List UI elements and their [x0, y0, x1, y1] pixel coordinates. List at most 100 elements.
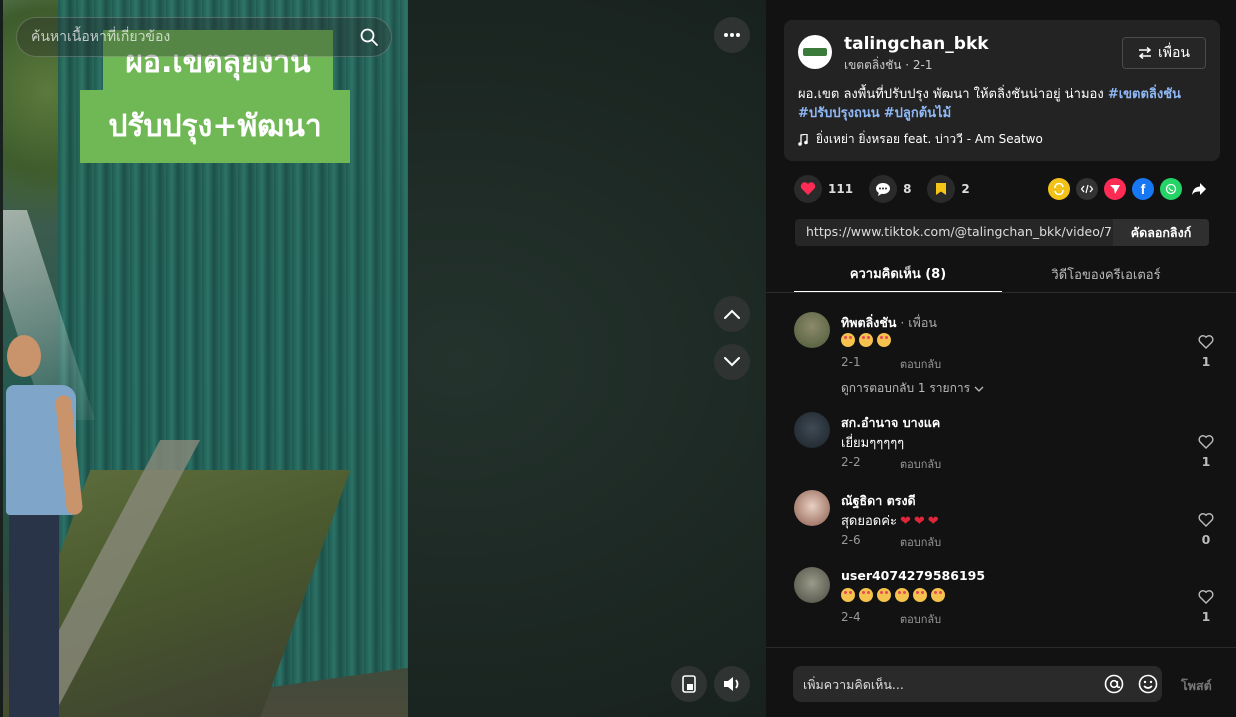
more-options-button[interactable] — [714, 17, 750, 53]
previous-video-button[interactable] — [714, 296, 750, 332]
heart-eyes-emoji-icon — [841, 587, 855, 602]
chevron-down-icon — [974, 386, 984, 392]
author-avatar[interactable] — [798, 35, 832, 69]
comment-like-count: 1 — [1201, 354, 1211, 369]
save-button[interactable]: 2 — [927, 175, 970, 203]
reply-button[interactable]: ตอบกลับ — [900, 355, 941, 373]
music-title: ยิ่งเหย่า ยิ่งหรอย feat. บ่าววี - Am Sea… — [816, 132, 1043, 146]
tab-comments[interactable]: ความคิดเห็น (8) — [794, 256, 1002, 292]
picture-in-picture-button[interactable] — [671, 666, 707, 702]
chevron-down-icon — [724, 357, 740, 367]
comment-text: เยี่ยมๆๆๆๆๆ — [841, 436, 905, 451]
heart-outline-icon[interactable] — [1198, 434, 1214, 450]
post-comment-button[interactable]: โพสต์ — [1181, 676, 1212, 696]
heart-icon — [800, 182, 816, 195]
reply-button[interactable]: ตอบกลับ — [900, 610, 941, 628]
post-caption: ผอ.เขต ลงพื้นที่ปรับปรุง พัฒนา ให้ตลิ่งช… — [798, 85, 1208, 123]
hashtag-link[interactable]: #เขตตลิ่งชัน — [1108, 87, 1181, 102]
comment-list[interactable]: ทิพตลิ่งชัน · เพื่อน 2-1 ตอบกลับ 1 ดูการ… — [766, 300, 1236, 645]
search-box[interactable] — [16, 17, 392, 57]
sign-line-2: ปรับปรุง+พัฒนา — [80, 90, 350, 163]
comment-text: สุดยอดค่ะ ❤ ❤ ❤ — [841, 510, 939, 531]
heart-outline-icon[interactable] — [1198, 589, 1214, 605]
comment-input-box[interactable] — [793, 666, 1162, 702]
reply-button[interactable]: ตอบกลับ — [900, 455, 941, 473]
avatar[interactable] — [794, 312, 830, 348]
action-bar: 111 8 2 — [794, 175, 986, 203]
person-legs-image — [9, 515, 59, 717]
comment-date: 2-1 — [841, 355, 861, 369]
heart-eyes-emoji-icon — [877, 587, 891, 602]
share-arrow-icon[interactable] — [1188, 178, 1210, 200]
avatar[interactable] — [794, 412, 830, 448]
tabs: ความคิดเห็น (8) วิดีโอของครีเอเตอร์ — [766, 256, 1236, 293]
comment-icon — [876, 182, 891, 196]
hashtag-link[interactable]: #ปรับปรุงถนน — [798, 106, 880, 121]
friend-button-label: เพื่อน — [1158, 45, 1190, 61]
comment-input-bar: โพสต์ — [766, 647, 1236, 717]
heart-eyes-emoji-icon — [877, 332, 891, 347]
author-username[interactable]: talingchan_bkk — [844, 34, 989, 54]
heart-eyes-emoji-icon — [841, 332, 855, 347]
video-url[interactable]: https://www.tiktok.com/@talingchan_bkk/v… — [806, 224, 1111, 239]
comment-author[interactable]: สก.อำนาจ บางแค — [841, 413, 940, 433]
view-replies-button[interactable]: ดูการตอบกลับ 1 รายการ — [841, 379, 984, 398]
whatsapp-icon[interactable] — [1160, 178, 1182, 200]
save-circle — [927, 175, 956, 203]
heart-outline-icon[interactable] — [1198, 334, 1214, 350]
friend-tag: · เพื่อน — [896, 315, 937, 330]
search-icon[interactable] — [359, 27, 379, 47]
hashtag-link[interactable]: #ปลูกต้นไม้ — [884, 106, 951, 121]
video-link-box: https://www.tiktok.com/@talingchan_bkk/v… — [795, 219, 1209, 246]
music-note-icon — [798, 133, 808, 146]
embed-icon[interactable] — [1076, 178, 1098, 200]
chevron-up-icon — [724, 309, 740, 319]
red-heart-emoji-icon: ❤ — [913, 514, 925, 529]
next-video-button[interactable] — [714, 344, 750, 380]
heart-outline-icon[interactable] — [1198, 512, 1214, 528]
send-icon[interactable] — [1104, 178, 1126, 200]
volume-button[interactable] — [714, 666, 750, 702]
like-button[interactable]: 111 — [794, 175, 853, 203]
video-player[interactable]: ผอ.เขตลุยงาน ปรับปรุง+พัฒนา — [0, 0, 766, 717]
comment-text-content: สุดยอดค่ะ — [841, 514, 897, 529]
volume-icon — [724, 677, 739, 691]
tab-creator-videos[interactable]: วิดีโอของครีเอเตอร์ — [1002, 256, 1210, 292]
red-heart-emoji-icon: ❤ — [927, 514, 939, 529]
copy-link-button[interactable]: คัดลอกลิงก์ — [1113, 219, 1209, 246]
author-subtitle: เขตตลิ่งชัน · 2-1 — [844, 58, 933, 72]
comment-input[interactable] — [803, 666, 1093, 702]
author-logo — [803, 48, 827, 56]
bookmark-icon — [936, 183, 947, 195]
like-count: 111 — [828, 182, 854, 196]
person-head-image — [7, 335, 41, 377]
comment-author[interactable]: ทิพตลิ่งชัน · เพื่อน — [841, 313, 937, 333]
comment-like-count: 0 — [1201, 532, 1211, 547]
music-info[interactable]: ยิ่งเหย่า ยิ่งหรอย feat. บ่าววี - Am Sea… — [798, 130, 1043, 149]
comment-like-count: 1 — [1201, 454, 1211, 469]
comment-like-count: 1 — [1201, 609, 1211, 624]
more-icon — [724, 33, 740, 37]
comment-text — [841, 332, 895, 347]
like-circle — [794, 175, 822, 203]
details-panel: talingchan_bkk เขตตลิ่งชัน · 2-1 เพื่อน … — [766, 0, 1236, 717]
facebook-icon[interactable]: f — [1132, 178, 1154, 200]
emoji-icon[interactable] — [1137, 673, 1159, 695]
swap-arrows-icon — [1138, 47, 1152, 59]
comment-button[interactable]: 8 — [869, 175, 911, 203]
comment-text — [841, 587, 949, 602]
repost-icon[interactable] — [1048, 178, 1070, 200]
friend-button[interactable]: เพื่อน — [1122, 37, 1206, 69]
reply-button[interactable]: ตอบกลับ — [900, 533, 941, 551]
comment-author[interactable]: user4074279586195 — [841, 568, 985, 583]
save-count: 2 — [961, 182, 970, 196]
avatar[interactable] — [794, 490, 830, 526]
mention-icon[interactable] — [1103, 673, 1125, 695]
video-frame[interactable]: ผอ.เขตลุยงาน ปรับปรุง+พัฒนา — [3, 0, 408, 717]
comment-date: 2-2 — [841, 455, 861, 469]
search-input[interactable] — [31, 18, 351, 56]
heart-eyes-emoji-icon — [859, 332, 873, 347]
comment-author[interactable]: ณัฐธิดา ตรงดี — [841, 491, 916, 511]
heart-eyes-emoji-icon — [931, 587, 945, 602]
avatar[interactable] — [794, 567, 830, 603]
